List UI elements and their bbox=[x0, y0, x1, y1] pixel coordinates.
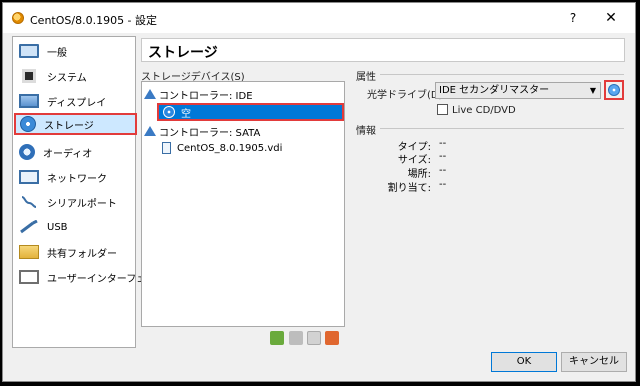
tree-sata-disk[interactable]: CentOS_8.0.1905.vdi bbox=[162, 140, 282, 156]
optical-drive-value: IDE セカンダリマスター bbox=[439, 85, 550, 96]
display-monitor-icon bbox=[19, 94, 39, 108]
cancel-button[interactable]: キャンセル bbox=[561, 352, 627, 372]
sidebar-item-system[interactable]: システム bbox=[15, 65, 133, 87]
sata-disk-label: CentOS_8.0.1905.vdi bbox=[177, 142, 283, 154]
info-attached-key: 割り当て: bbox=[387, 183, 431, 194]
info-location-key: 場所: bbox=[407, 169, 431, 180]
sidebar-item-label: シリアルポート bbox=[47, 198, 117, 210]
sidebar-item-network[interactable]: ネットワーク bbox=[15, 166, 133, 188]
controller-icon bbox=[144, 89, 156, 99]
ok-button[interactable]: OK bbox=[491, 352, 557, 372]
sidebar-item-label: ストレージ bbox=[44, 120, 94, 132]
virtualbox-app-icon bbox=[12, 12, 24, 24]
page-header: ストレージ bbox=[141, 38, 625, 62]
title-bar: CentOS/8.0.1905 - 設定 ? ✕ bbox=[3, 3, 635, 33]
hard-disk-icon bbox=[162, 142, 171, 154]
live-cd-checkbox[interactable] bbox=[437, 104, 448, 115]
sidebar-item-label: ディスプレイ bbox=[47, 97, 107, 109]
optical-disc-icon bbox=[608, 84, 620, 96]
sidebar-item-label: 共有フォルダー bbox=[47, 248, 117, 260]
attributes-section-label: 属性 bbox=[356, 72, 376, 83]
sidebar-item-storage[interactable]: ストレージ bbox=[14, 113, 137, 135]
info-size-key: サイズ: bbox=[397, 155, 431, 166]
info-section-label: 情報 bbox=[356, 126, 376, 137]
sidebar-item-general[interactable]: 一般 bbox=[15, 40, 133, 62]
usb-icon bbox=[19, 219, 39, 234]
sidebar-item-serial-port[interactable]: シリアルポート bbox=[15, 191, 133, 213]
info-attached-value: -- bbox=[439, 179, 447, 190]
live-cd-label: Live CD/DVD bbox=[452, 105, 516, 116]
ide-empty-label: 空 bbox=[181, 108, 191, 120]
chevron-down-icon: ▼ bbox=[589, 86, 596, 95]
sidebar-item-display[interactable]: ディスプレイ bbox=[15, 90, 133, 112]
tree-ide-empty-drive[interactable]: 空 bbox=[157, 103, 344, 121]
serial-port-icon bbox=[19, 195, 39, 209]
choose-disk-button[interactable] bbox=[604, 80, 624, 100]
user-interface-icon bbox=[19, 270, 39, 284]
general-monitor-icon bbox=[19, 44, 39, 58]
close-button[interactable]: ✕ bbox=[601, 9, 621, 27]
audio-icon bbox=[19, 144, 35, 160]
controller-sata-label: コントローラー: SATA bbox=[159, 127, 261, 139]
sidebar-item-label: 一般 bbox=[47, 47, 67, 59]
controller-icon bbox=[144, 126, 156, 136]
sidebar-item-usb[interactable]: USB bbox=[15, 216, 133, 238]
network-icon bbox=[19, 170, 39, 184]
sidebar-item-label: ネットワーク bbox=[47, 173, 107, 185]
info-location-value: -- bbox=[439, 165, 447, 176]
remove-controller-icon[interactable] bbox=[289, 331, 303, 345]
sidebar-item-user-interface[interactable]: ユーザーインターフェース bbox=[15, 266, 166, 288]
info-divider bbox=[380, 128, 624, 129]
sidebar-item-label: USB bbox=[47, 221, 68, 233]
tree-controller-sata[interactable]: コントローラー: SATA bbox=[144, 123, 260, 139]
add-attachment-icon[interactable] bbox=[307, 331, 321, 345]
remove-attachment-icon[interactable] bbox=[325, 331, 339, 345]
sidebar-item-label: システム bbox=[47, 72, 87, 84]
info-type-value: -- bbox=[439, 138, 447, 149]
settings-sidebar: 一般 システム ディスプレイ ストレージ オーディオ ネットワーク シリアルポー… bbox=[12, 36, 166, 348]
system-chip-icon bbox=[22, 69, 36, 83]
controller-ide-label: コントローラー: IDE bbox=[159, 90, 253, 102]
sidebar-item-label: オーディオ bbox=[43, 148, 93, 160]
optical-disc-icon bbox=[163, 106, 175, 118]
window-title: CentOS/8.0.1905 - 設定 bbox=[30, 14, 158, 27]
help-button[interactable]: ? bbox=[563, 9, 583, 27]
sidebar-item-shared-folders[interactable]: 共有フォルダー bbox=[15, 241, 133, 263]
tree-controller-ide[interactable]: コントローラー: IDE bbox=[144, 86, 253, 102]
add-controller-icon[interactable] bbox=[270, 331, 284, 345]
page-title: ストレージ bbox=[148, 45, 218, 61]
sidebar-item-audio[interactable]: オーディオ bbox=[15, 141, 133, 163]
storage-disk-icon bbox=[20, 116, 36, 132]
storage-device-tree[interactable]: コントローラー: IDE 空 コントローラー: SATA CentOS_8.0.… bbox=[141, 81, 345, 327]
optical-drive-select[interactable]: IDE セカンダリマスター ▼ bbox=[435, 82, 601, 99]
attributes-divider bbox=[380, 74, 624, 75]
shared-folder-icon bbox=[19, 245, 39, 259]
info-size-value: -- bbox=[439, 151, 447, 162]
